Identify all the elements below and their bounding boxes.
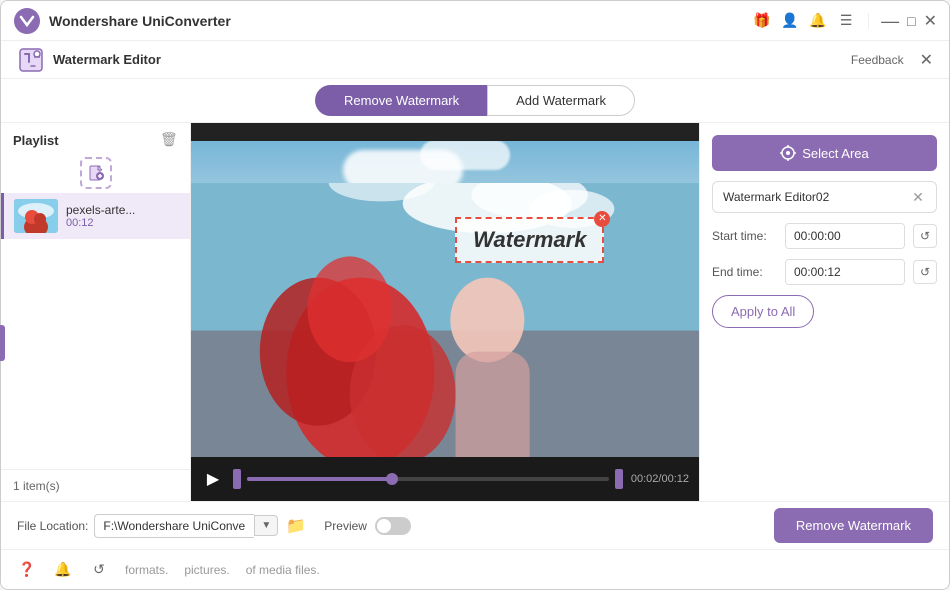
refresh-icon[interactable]: ↺ bbox=[89, 560, 109, 580]
maximize-button[interactable]: □ bbox=[907, 13, 915, 29]
subheader-title: Watermark Editor bbox=[53, 52, 452, 67]
start-time-input[interactable] bbox=[786, 224, 905, 248]
util-bar: ❓ 🔔 ↺ formats. pictures. of media files. bbox=[1, 549, 949, 589]
file-path-input[interactable] bbox=[94, 514, 254, 538]
watermark-tag-close-icon[interactable]: ✕ bbox=[910, 189, 926, 205]
thumbnail-image bbox=[14, 199, 58, 233]
subheader: Watermark Editor Feedback ✕ bbox=[1, 41, 949, 79]
video-content-svg bbox=[191, 183, 699, 457]
timeline-start-handle[interactable] bbox=[233, 469, 241, 489]
preview-label: Preview bbox=[324, 519, 367, 533]
notification-icon[interactable]: 🔔 bbox=[53, 560, 73, 580]
start-time-input-wrap: ▲ ▼ bbox=[785, 223, 905, 249]
video-player: Watermark ✕ bbox=[191, 123, 699, 457]
watermark-preview-text: Watermark bbox=[473, 227, 586, 252]
start-time-reset-button[interactable]: ↺ bbox=[913, 224, 937, 248]
start-time-row: Start time: ▲ ▼ ↺ bbox=[712, 223, 937, 249]
titlebar-icons: 🎁 👤 🔔 ☰ — □ ✕ bbox=[752, 11, 937, 31]
select-area-label: Select Area bbox=[802, 146, 869, 161]
help-icon[interactable]: ❓ bbox=[17, 560, 37, 580]
remove-watermark-button[interactable]: Remove Watermark bbox=[774, 508, 933, 543]
add-file-button[interactable] bbox=[80, 157, 112, 189]
play-button[interactable]: ▶ bbox=[201, 467, 225, 491]
timeline-track[interactable] bbox=[247, 477, 609, 481]
video-top-bar bbox=[191, 123, 699, 141]
cloud-2 bbox=[420, 140, 510, 170]
timeline-progress bbox=[247, 477, 392, 481]
sidebar: Playlist 🗑 bbox=[1, 123, 191, 501]
tabbar: Remove Watermark Add Watermark bbox=[1, 79, 949, 123]
util-text-pictures: pictures. bbox=[184, 563, 229, 577]
account-icon[interactable]: 👤 bbox=[780, 11, 800, 31]
titlebar: Wondershare UniConverter 🎁 👤 🔔 ☰ — □ ✕ bbox=[1, 1, 949, 41]
end-time-label: End time: bbox=[712, 265, 777, 279]
watermark-close-icon[interactable]: ✕ bbox=[594, 211, 610, 227]
right-panel: Select Area Watermark Editor02 ✕ Start t… bbox=[699, 123, 949, 501]
end-time-input-wrap: ▲ ▼ bbox=[785, 259, 905, 285]
timeline-end-handle[interactable] bbox=[615, 469, 623, 489]
bell-icon[interactable]: 🔔 bbox=[808, 11, 828, 31]
playlist-info: pexels-arte... 00:12 bbox=[66, 203, 135, 229]
watermark-tag: Watermark Editor02 ✕ bbox=[712, 181, 937, 213]
select-area-button[interactable]: Select Area bbox=[712, 135, 937, 171]
delete-playlist-icon[interactable]: 🗑 bbox=[160, 131, 178, 149]
playlist-thumbnail bbox=[14, 199, 58, 233]
playlist-item-name: pexels-arte... bbox=[66, 203, 135, 217]
playlist-item[interactable]: pexels-arte... 00:12 bbox=[1, 193, 190, 239]
timeline-container bbox=[233, 469, 623, 489]
main-window: Wondershare UniConverter 🎁 👤 🔔 ☰ — □ ✕ W… bbox=[0, 0, 950, 590]
end-time-input[interactable] bbox=[786, 260, 905, 284]
main-content: Playlist 🗑 bbox=[1, 123, 949, 501]
util-text-media: of media files. bbox=[246, 563, 320, 577]
close-subheader-button[interactable]: ✕ bbox=[920, 50, 933, 70]
preview-toggle[interactable] bbox=[375, 517, 411, 535]
watermark-editor-icon bbox=[17, 46, 45, 74]
end-time-reset-button[interactable]: ↺ bbox=[913, 260, 937, 284]
gift-icon[interactable]: 🎁 bbox=[752, 11, 772, 31]
start-time-label: Start time: bbox=[712, 229, 777, 243]
util-text-formats: formats. bbox=[125, 563, 168, 577]
timeline-thumb[interactable] bbox=[386, 473, 398, 485]
menu-icon[interactable]: ☰ bbox=[836, 11, 856, 31]
feedback-link[interactable]: Feedback bbox=[851, 53, 904, 67]
video-wrapper: Watermark ✕ ▶ 00:02/00:12 bbox=[191, 123, 699, 501]
bottom-bar: File Location: ▼ 📁 Preview Remove Waterm… bbox=[1, 501, 949, 549]
end-time-row: End time: ▲ ▼ ↺ bbox=[712, 259, 937, 285]
file-path-dropdown-button[interactable]: ▼ bbox=[254, 515, 278, 536]
watermark-selection-box[interactable]: Watermark ✕ bbox=[455, 217, 604, 263]
tab-add-watermark[interactable]: Add Watermark bbox=[487, 85, 635, 116]
person-area bbox=[191, 183, 699, 457]
minimize-button[interactable]: — bbox=[881, 12, 899, 30]
app-title: Wondershare UniConverter bbox=[49, 13, 752, 29]
resize-handle[interactable] bbox=[1, 325, 5, 361]
item-count: 1 item(s) bbox=[13, 479, 60, 493]
video-scene: Watermark ✕ bbox=[191, 123, 699, 457]
playlist-title: Playlist bbox=[13, 133, 59, 148]
time-display: 00:02/00:12 bbox=[631, 473, 689, 485]
add-file-icon bbox=[87, 164, 105, 182]
toggle-knob bbox=[377, 519, 391, 533]
video-controls: ▶ 00:02/00:12 bbox=[191, 457, 699, 501]
close-button[interactable]: ✕ bbox=[924, 11, 937, 31]
playlist-item-duration: 00:12 bbox=[66, 217, 135, 229]
apply-to-all-button[interactable]: Apply to All bbox=[712, 295, 814, 328]
select-area-icon bbox=[780, 145, 796, 161]
app-logo-icon bbox=[13, 7, 41, 35]
watermark-tag-name: Watermark Editor02 bbox=[723, 190, 829, 204]
tab-remove-watermark[interactable]: Remove Watermark bbox=[315, 85, 487, 116]
browse-folder-icon[interactable]: 📁 bbox=[284, 514, 308, 538]
file-location-label: File Location: bbox=[17, 519, 88, 533]
